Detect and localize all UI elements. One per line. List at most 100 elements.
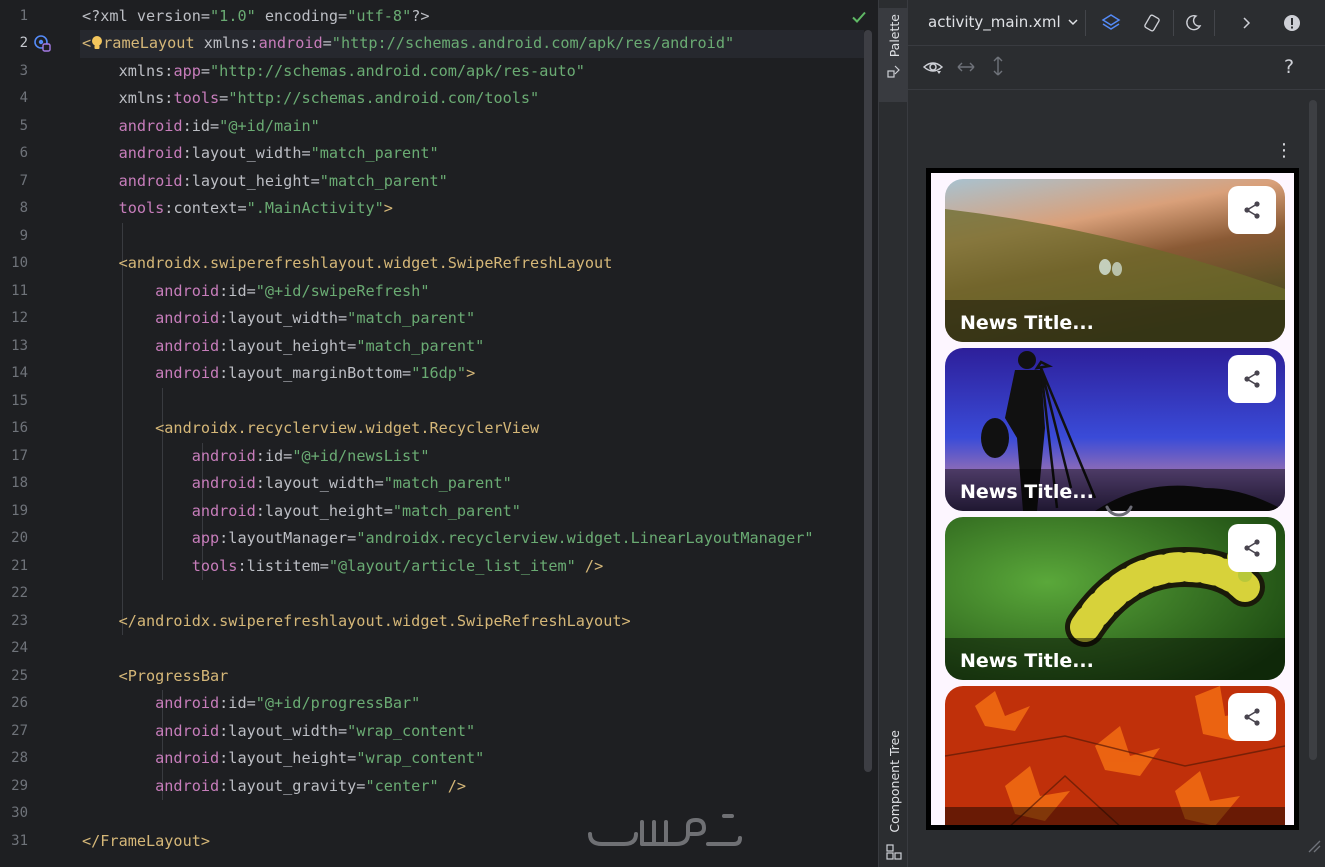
code-line[interactable]: <androidx.swiperefreshlayout.widget.Swip… bbox=[82, 250, 613, 278]
code-line[interactable]: android:layout_marginBottom="16dp"> bbox=[82, 360, 475, 388]
design-surface-layers-icon[interactable] bbox=[1100, 12, 1122, 34]
code-line[interactable]: android:layout_width="match_parent" bbox=[82, 140, 439, 168]
code-line[interactable]: < rameLayout xmlns:android="http://schema… bbox=[80, 30, 864, 58]
code-token: "@+id/newsList" bbox=[292, 446, 430, 465]
code-token: :layout_height= bbox=[219, 749, 357, 767]
code-line[interactable]: android:id="@+id/main" bbox=[82, 113, 320, 141]
code-token: ".MainActivity" bbox=[246, 199, 384, 217]
code-token: :layout_width= bbox=[219, 309, 348, 327]
code-token: "match_parent" bbox=[356, 336, 485, 355]
code-token: rameLayout bbox=[103, 34, 204, 52]
code-line[interactable]: </FrameLayout> bbox=[82, 828, 210, 856]
news-card-title-bar bbox=[945, 807, 1285, 825]
code-line[interactable]: android:layout_width="match_parent" bbox=[82, 305, 475, 333]
code-token: = bbox=[200, 61, 211, 80]
line-number: 11 bbox=[11, 282, 28, 299]
line-number: 20 bbox=[11, 530, 28, 546]
orientation-rotate-icon[interactable] bbox=[1141, 12, 1163, 34]
code-line[interactable]: android:id="@+id/swipeRefresh" bbox=[82, 278, 429, 306]
code-line[interactable]: android:id="@+id/newsList" bbox=[82, 443, 430, 471]
code-token: > bbox=[383, 199, 393, 217]
code-token: version= bbox=[136, 6, 211, 25]
code-token: "wrap_content" bbox=[356, 749, 485, 767]
code-token: = bbox=[219, 89, 229, 107]
code-line[interactable]: android:layout_width="wrap_content" bbox=[82, 718, 475, 746]
code-line[interactable]: android:layout_height="match_parent" bbox=[82, 333, 484, 361]
news-card-title: News Title... bbox=[960, 481, 1094, 503]
code-line[interactable]: android:layout_height="match_parent" bbox=[82, 498, 521, 526]
code-line[interactable]: xmlns:tools="http://schemas.android.com/… bbox=[82, 85, 540, 113]
news-card-title: News Title... bbox=[960, 650, 1094, 672]
code-token: encoding= bbox=[264, 6, 348, 25]
vertical-resize-icon[interactable] bbox=[987, 55, 1009, 77]
night-mode-moon-icon[interactable] bbox=[1182, 12, 1204, 34]
code-line[interactable]: </androidx.swiperefreshlayout.widget.Swi… bbox=[82, 608, 631, 636]
intention-lightbulb-icon[interactable] bbox=[91, 33, 103, 49]
no-problems-check-icon[interactable] bbox=[850, 8, 868, 26]
line-number: 7 bbox=[19, 172, 28, 189]
news-card[interactable]: News Title... bbox=[945, 179, 1285, 342]
code-token: :context= bbox=[164, 199, 247, 217]
design-canvas-scrollbar[interactable] bbox=[1309, 100, 1317, 760]
line-number: 9 bbox=[19, 227, 28, 244]
share-button[interactable] bbox=[1228, 524, 1276, 572]
code-line[interactable]: tools:context=".MainActivity"> bbox=[82, 195, 393, 223]
code-token: /> bbox=[447, 776, 467, 795]
code-token: :id= bbox=[255, 446, 293, 465]
code-line[interactable]: xmlns:app="http://schemas.android.com/ap… bbox=[82, 58, 585, 86]
code-line[interactable]: android:layout_height="match_parent" bbox=[82, 168, 448, 196]
code-token: "16dp" bbox=[411, 364, 467, 382]
horizontal-resize-icon[interactable] bbox=[955, 56, 977, 78]
palette-tab[interactable]: Palette bbox=[879, 8, 909, 102]
help-icon[interactable]: ? bbox=[1284, 56, 1294, 78]
more-options-kebab-icon[interactable]: ⋮ bbox=[1275, 142, 1293, 160]
line-number: 31 bbox=[11, 832, 28, 849]
code-line[interactable]: android:layout_width="match_parent" bbox=[82, 470, 512, 498]
code-token: "match_parent" bbox=[310, 144, 439, 162]
code-token: "match_parent" bbox=[319, 171, 448, 190]
device-preview-screen[interactable]: News Title... News Title... News Title... bbox=[931, 173, 1294, 825]
code-token: <androidx.recyclerview.widget.RecyclerVi… bbox=[82, 419, 540, 437]
code-line[interactable]: android:layout_height="wrap_content" bbox=[82, 745, 484, 773]
code-editor[interactable]: 1 2 3 4 5 6 7 8 9 10 11 12 13 14 15 16 17 18 19 20 21 22 23 24 2… bbox=[0, 0, 878, 867]
layout-file-name: activity_main.xml bbox=[928, 13, 1061, 31]
view-options-eye-icon[interactable] bbox=[922, 56, 944, 78]
line-number: 19 bbox=[11, 502, 28, 519]
code-line[interactable]: tools:listitem="@layout/article_list_ite… bbox=[82, 553, 604, 581]
warning-indicator-icon[interactable] bbox=[1281, 12, 1303, 34]
code-token: "match_parent" bbox=[347, 309, 476, 327]
line-number: 16 bbox=[11, 420, 28, 436]
editor-scrollbar[interactable] bbox=[864, 30, 872, 772]
design-toolbar: activity_main.xml bbox=[908, 0, 1325, 46]
code-line[interactable]: <?xml version="1.0" encoding="utf-8"?> bbox=[82, 3, 430, 31]
code-line[interactable]: <ProgressBar bbox=[82, 663, 229, 691]
code-token: tools bbox=[173, 89, 220, 107]
resize-handle-icon[interactable] bbox=[1305, 837, 1321, 853]
code-token: "androidx.recyclerview.widget.LinearLayo… bbox=[356, 529, 814, 547]
code-line[interactable]: <androidx.recyclerview.widget.RecyclerVi… bbox=[82, 415, 539, 443]
share-button[interactable] bbox=[1228, 355, 1276, 403]
code-token: <androidx.swiperefreshlayout.widget.Swip… bbox=[82, 254, 613, 272]
code-line[interactable]: android:layout_gravity="center" /> bbox=[82, 773, 466, 801]
code-token: "match_parent" bbox=[383, 474, 512, 492]
share-button[interactable] bbox=[1228, 693, 1276, 741]
code-token: android bbox=[82, 309, 220, 327]
line-number: 5 bbox=[19, 117, 28, 134]
chevron-down-icon bbox=[1068, 19, 1078, 26]
component-tree-tab[interactable]: Component Tree bbox=[879, 720, 909, 865]
code-token: xmlns: bbox=[82, 89, 174, 107]
news-card[interactable] bbox=[945, 686, 1285, 825]
code-token: "1.0" bbox=[210, 6, 265, 25]
chevron-right-icon[interactable] bbox=[1235, 12, 1257, 34]
line-number: 22 bbox=[11, 585, 28, 601]
activity-link-icon[interactable] bbox=[33, 34, 51, 52]
code-line[interactable]: app:layoutManager="androidx.recyclerview… bbox=[82, 525, 814, 553]
line-number: 12 bbox=[11, 310, 28, 326]
code-line[interactable]: android:id="@+id/progressBar" bbox=[82, 690, 420, 718]
share-button[interactable] bbox=[1228, 186, 1276, 234]
news-card[interactable]: News Title... bbox=[945, 517, 1285, 680]
code-token: < bbox=[82, 34, 92, 52]
line-number: 10 bbox=[11, 255, 28, 271]
code-area[interactable]: <?xml version="1.0" encoding="utf-8"?> < r… bbox=[80, 0, 864, 867]
layout-file-dropdown[interactable]: activity_main.xml bbox=[928, 13, 1079, 31]
